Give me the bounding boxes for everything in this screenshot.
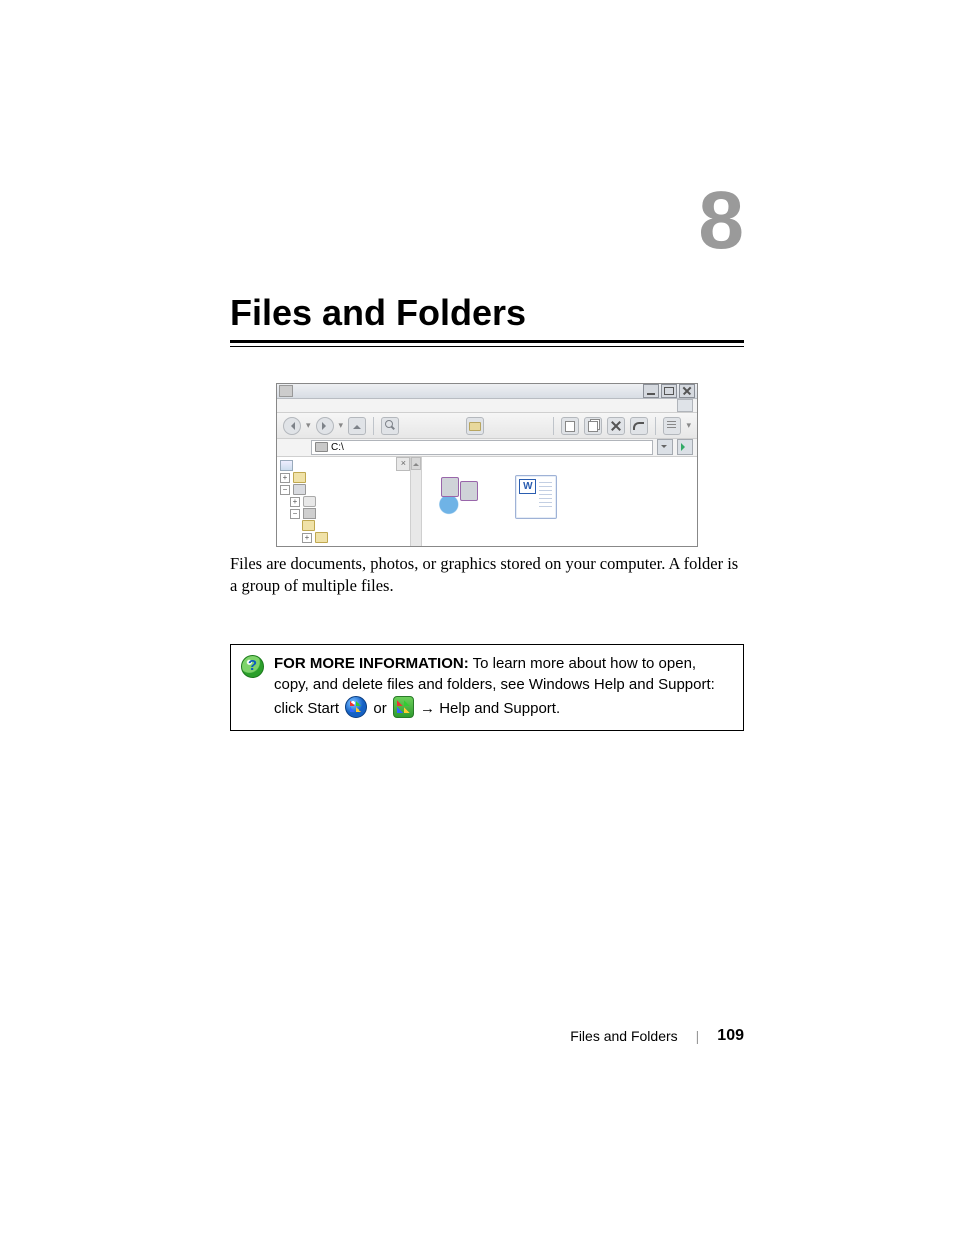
windows-flag-icon <box>677 399 693 412</box>
maximize-button[interactable] <box>661 384 677 398</box>
page-number: 109 <box>717 1027 744 1045</box>
titlebar <box>277 384 697 399</box>
views-icon[interactable] <box>663 417 681 435</box>
info-box: FOR MORE INFORMATION: To learn more abou… <box>230 644 744 731</box>
search-icon[interactable] <box>381 417 399 435</box>
folder-icon <box>302 520 315 531</box>
dropdown-arrow-icon[interactable]: ▾ <box>306 420 311 431</box>
folder-icon <box>315 532 328 543</box>
expand-plus-icon[interactable]: + <box>302 533 312 543</box>
expand-plus-icon[interactable]: + <box>280 473 290 483</box>
address-bar: C:\ <box>277 439 697 457</box>
undo-icon[interactable] <box>630 417 648 435</box>
tree-item[interactable] <box>280 460 407 471</box>
drive-icon <box>303 508 316 519</box>
copy-to-icon[interactable] <box>584 417 602 435</box>
separator <box>553 417 554 435</box>
page-footer: Files and Folders | 109 <box>570 1027 744 1045</box>
help-hint-icon <box>241 655 264 678</box>
footer-section: Files and Folders <box>570 1028 677 1044</box>
tree-item[interactable]: + <box>280 472 407 483</box>
minimize-button[interactable] <box>643 384 659 398</box>
tree-item[interactable]: − <box>280 484 407 495</box>
info-help: → Help and Support. <box>416 700 560 717</box>
app-icon <box>279 385 293 397</box>
drive-group-icon <box>303 496 316 507</box>
menubar <box>277 399 697 413</box>
folder-icon <box>293 472 306 483</box>
folder-tree-pane: × + − + − + <box>277 457 411 546</box>
expand-minus-icon[interactable]: − <box>290 509 300 519</box>
info-lead: FOR MORE INFORMATION: <box>274 655 469 672</box>
address-input[interactable]: C:\ <box>311 440 653 455</box>
tree-item[interactable]: + <box>290 496 407 507</box>
back-icon[interactable] <box>283 417 301 435</box>
splitter-handle[interactable] <box>411 457 422 546</box>
expand-plus-icon[interactable]: + <box>290 497 300 507</box>
dropdown-arrow-icon[interactable]: ▾ <box>686 420 691 431</box>
word-document-icon[interactable] <box>515 475 557 519</box>
forward-icon[interactable] <box>316 417 334 435</box>
tree-item[interactable]: − <box>290 508 407 519</box>
tree-item[interactable] <box>302 520 407 531</box>
toolbar: ▾ ▾ ▾ <box>277 413 697 439</box>
expand-minus-icon[interactable]: − <box>280 485 290 495</box>
xp-start-button-icon <box>393 696 414 718</box>
title-rule <box>230 340 744 347</box>
address-path: C:\ <box>331 442 344 453</box>
desktop-icon <box>280 460 293 471</box>
go-button[interactable] <box>677 439 693 455</box>
chapter-title: Files and Folders <box>230 292 744 334</box>
separator <box>655 417 656 435</box>
tree-item[interactable]: + <box>302 532 407 543</box>
footer-separator: | <box>696 1028 700 1044</box>
explorer-window: ▾ ▾ ▾ <box>276 383 698 547</box>
move-to-icon[interactable] <box>561 417 579 435</box>
pane-close-button[interactable]: × <box>396 457 410 471</box>
delete-icon[interactable] <box>607 417 625 435</box>
dropdown-arrow-icon[interactable]: ▾ <box>339 420 344 431</box>
content-pane <box>411 457 697 546</box>
computer-icon <box>293 484 306 495</box>
separator <box>373 417 374 435</box>
vista-start-orb-icon <box>345 696 367 718</box>
drive-icon <box>315 442 328 452</box>
up-icon[interactable] <box>348 417 366 435</box>
collapse-arrow-icon <box>413 460 419 466</box>
folders-icon[interactable] <box>466 417 484 435</box>
body-paragraph: Files are documents, photos, or graphics… <box>230 553 744 598</box>
network-places-icon[interactable] <box>435 475 481 517</box>
close-button[interactable] <box>679 384 695 398</box>
chapter-number: 8 <box>698 180 744 262</box>
info-text: FOR MORE INFORMATION: To learn more abou… <box>274 653 733 720</box>
address-dropdown-button[interactable] <box>657 439 673 455</box>
info-or: or <box>369 700 391 717</box>
